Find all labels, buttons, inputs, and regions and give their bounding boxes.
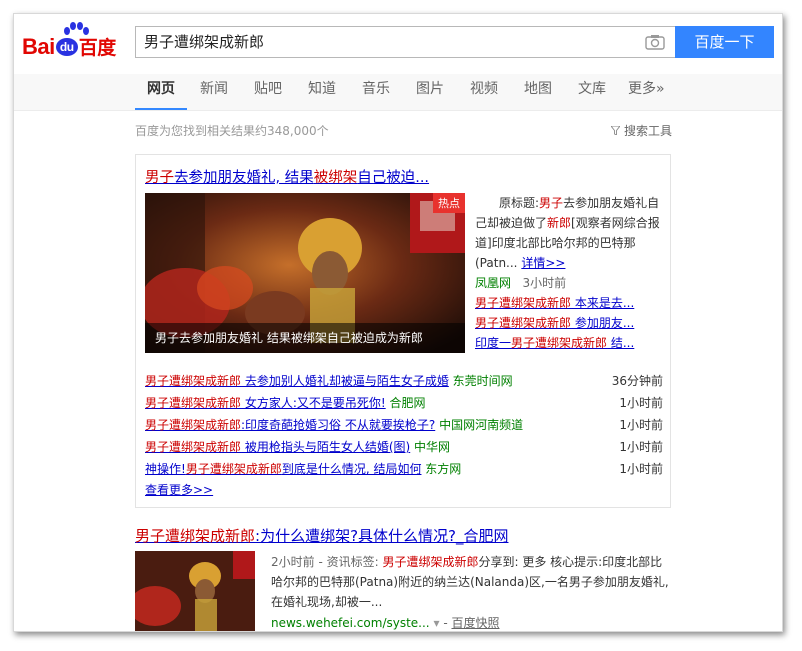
tab-music[interactable]: 音乐	[362, 74, 390, 108]
title-hl-2: 被绑架	[313, 170, 358, 186]
news-row-link[interactable]: 男子遭绑架成新郎:印度奇葩抢婚习俗 不从就要挨枪子?	[145, 418, 435, 432]
row-hl: 男子遭绑架成新郎	[185, 462, 282, 476]
baidu-logo[interactable]: Bai du 百度	[22, 22, 134, 62]
news-row: 男子遭绑架成新郎 女方家人:又不是要吊死你! 合肥网 1小时前	[145, 393, 663, 413]
result-photo	[135, 551, 255, 631]
logo-bai: Bai	[22, 34, 55, 59]
row-time: 36分钟前	[611, 374, 663, 388]
result-thumbnail[interactable]	[135, 551, 255, 631]
title-part-4: 自己被迫...	[357, 170, 430, 186]
tab-news[interactable]: 新闻	[200, 74, 228, 108]
tab-web[interactable]: 网页	[135, 74, 187, 110]
result-abstract: 2小时前 - 资讯标签: 男子遭绑架成新郎分享到: 更多 核心提示:印度北部比哈…	[271, 552, 671, 612]
news-abstract: 原标题:男子去参加朋友婚礼自己却被迫做了新郎[观察者网综合报道]印度北部比哈尔邦…	[475, 193, 663, 293]
search-tools[interactable]: 搜索工具	[610, 122, 672, 139]
dropdown-arrow-icon[interactable]: ▾	[433, 616, 439, 630]
result-title-hl: 男子遭绑架成新郎	[135, 527, 256, 545]
side-link-rest: 参加朋友...	[571, 316, 635, 330]
result-meta-hl: 男子遭绑架成新郎	[382, 555, 479, 569]
snapshot-link[interactable]: 百度快照	[451, 616, 499, 630]
row-time: 1小时前	[619, 462, 663, 476]
tab-zhidao[interactable]: 知道	[308, 74, 336, 108]
filter-icon	[610, 125, 622, 136]
row-rest: 被用枪指头与陌生女人结婚(图)	[241, 440, 411, 454]
camera-icon[interactable]	[645, 34, 665, 50]
browser-page: Bai du 百度 男子遭绑架成新郎 百度一下 网页 新闻 贴吧 知道 音乐 图片 …	[13, 13, 783, 632]
row-hl: 男子遭绑架成新郎	[145, 396, 242, 410]
abstract-hl-1: 男子	[539, 196, 564, 210]
news-thumbnail[interactable]: 热点 男子去参加朋友婚礼 结果被绑架自己被迫成为新郎	[145, 193, 465, 353]
abstract-prefix: 原标题:	[499, 196, 540, 210]
search-tools-label: 搜索工具	[623, 124, 672, 138]
news-row-link[interactable]: 男子遭绑架成新郎 女方家人:又不是要吊死你!	[145, 396, 386, 410]
side-link-rest: 本来是去...	[571, 296, 635, 310]
side-link-2[interactable]: 男子遭绑架成新郎 参加朋友...	[475, 314, 634, 331]
news-card-title[interactable]: 男子去参加朋友婚礼, 结果被绑架自己被迫...	[145, 166, 429, 187]
row-source: 东方网	[425, 462, 462, 476]
title-hl-1: 男子	[145, 170, 174, 186]
row-source: 合肥网	[389, 396, 426, 410]
row-pre: 神操作!	[145, 462, 186, 476]
nav-bar: 网页 新闻 贴吧 知道 音乐 图片 视频 地图 文库 更多»	[14, 74, 782, 111]
news-time: 3小时前	[522, 276, 567, 290]
row-time: 1小时前	[619, 440, 663, 454]
more-news-link[interactable]: 查看更多>>	[145, 481, 213, 498]
image-caption: 男子去参加朋友婚礼 结果被绑架自己被迫成为新郎	[145, 323, 465, 353]
row-rest: 到底是什么情况, 结局如何	[281, 462, 422, 476]
news-row: 男子遭绑架成新郎 去参加别人婚礼却被逼与陌生女子成婚 东莞时间网 36分钟前	[145, 371, 663, 391]
search-input[interactable]: 男子遭绑架成新郎	[144, 27, 264, 57]
result-url[interactable]: news.wehefei.com/syste...	[271, 616, 430, 630]
hot-badge: 热点	[433, 193, 465, 213]
row-rest: 去参加别人婚礼却被逼与陌生女子成婚	[241, 374, 449, 388]
result-count: 百度为您找到相关结果约348,000个	[135, 124, 329, 138]
row-rest: :印度奇葩抢婚习俗 不从就要挨枪子?	[241, 418, 436, 432]
news-row-link[interactable]: 男子遭绑架成新郎 被用枪指头与陌生女人结婚(图)	[145, 440, 410, 454]
detail-link[interactable]: 详情>>	[521, 256, 565, 270]
abstract-hl-2: 新郎	[547, 216, 572, 230]
row-time: 1小时前	[619, 418, 663, 432]
news-card: 男子去参加朋友婚礼, 结果被绑架自己被迫... 热点 男子去参加朋友婚礼 结果被…	[135, 154, 671, 508]
side-link-hl: 男子遭绑架成新郎	[511, 336, 608, 350]
tab-images[interactable]: 图片	[416, 74, 444, 108]
search-button[interactable]: 百度一下	[675, 26, 774, 58]
header: Bai du 百度 男子遭绑架成新郎 百度一下	[14, 14, 782, 74]
result-meta: 2小时前 - 资讯标签:	[271, 555, 383, 569]
logo-du: du	[55, 38, 78, 56]
search-box[interactable]: 男子遭绑架成新郎	[135, 26, 675, 58]
side-link-hl: 男子遭绑架成新郎	[475, 316, 572, 330]
tab-wenku[interactable]: 文库	[578, 74, 606, 108]
row-hl: 男子遭绑架成新郎	[145, 374, 242, 388]
result-title-rest: :为什么遭绑架?具体什么情况?_合肥网	[255, 527, 509, 545]
row-rest: 女方家人:又不是要吊死你!	[241, 396, 386, 410]
title-part-2: 去参加朋友婚礼, 结果	[174, 170, 314, 186]
logo-text: Bai du 百度	[22, 33, 116, 60]
tab-tieba[interactable]: 贴吧	[254, 74, 282, 108]
news-source: 凤凰网	[475, 276, 512, 290]
side-link-pre: 印度一	[475, 336, 512, 350]
row-source: 中华网	[414, 440, 451, 454]
result-title[interactable]: 男子遭绑架成新郎:为什么遭绑架?具体什么情况?_合肥网	[135, 525, 509, 546]
side-link-3[interactable]: 印度一男子遭绑架成新郎 结...	[475, 334, 634, 351]
row-source: 东莞时间网	[452, 374, 513, 388]
tab-video[interactable]: 视频	[470, 74, 498, 108]
row-hl: 男子遭绑架成新郎	[145, 440, 242, 454]
row-hl: 男子遭绑架成新郎	[145, 418, 242, 432]
row-source: 中国网河南频道	[439, 418, 524, 432]
side-link-hl: 男子遭绑架成新郎	[475, 296, 572, 310]
tab-more[interactable]: 更多»	[628, 74, 665, 108]
news-row: 神操作!男子遭绑架成新郎到底是什么情况, 结局如何 东方网 1小时前	[145, 459, 663, 479]
news-row: 男子遭绑架成新郎:印度奇葩抢婚习俗 不从就要挨枪子? 中国网河南频道 1小时前	[145, 415, 663, 435]
side-link-rest: 结...	[607, 336, 635, 350]
side-link-1[interactable]: 男子遭绑架成新郎 本来是去...	[475, 294, 634, 311]
news-row: 男子遭绑架成新郎 被用枪指头与陌生女人结婚(图) 中华网 1小时前	[145, 437, 663, 457]
result-url-line: news.wehefei.com/syste... ▾ - 百度快照	[271, 616, 500, 630]
news-row-link[interactable]: 神操作!男子遭绑架成新郎到底是什么情况, 结局如何	[145, 462, 421, 476]
news-row-link[interactable]: 男子遭绑架成新郎 去参加别人婚礼却被逼与陌生女子成婚	[145, 374, 449, 388]
row-time: 1小时前	[619, 396, 663, 410]
tab-map[interactable]: 地图	[524, 74, 552, 108]
logo-cn: 百度	[78, 38, 117, 59]
